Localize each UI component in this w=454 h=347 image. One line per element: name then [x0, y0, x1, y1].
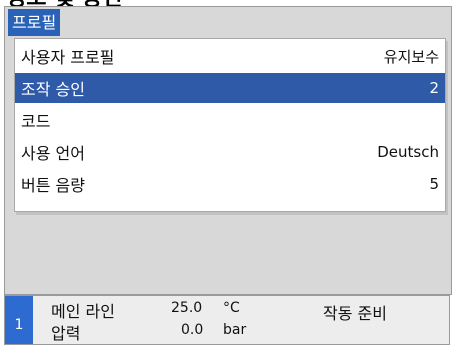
menu-item-value: 유지보수 [383, 47, 439, 66]
menu-item-button-volume[interactable]: 버튼 음량 5 [15, 169, 445, 199]
menu-item-user-profile[interactable]: 사용자 프로필 유지보수 [15, 41, 445, 71]
menu-item-label: 사용자 프로필 [21, 48, 115, 67]
menu-item-value: 2 [429, 79, 439, 97]
menu-item-value: Deutsch [377, 143, 439, 161]
status-line1-value: 25.0 [171, 300, 203, 316]
status-index-badge: 1 [5, 296, 33, 344]
status-line2-value: 0.0 [181, 322, 204, 338]
status-line2-label: 압력 [51, 324, 81, 343]
status-bar: 1 메인 라인 압력 25.0 0.0 °C bar 작동 준비 [4, 295, 450, 345]
menu-item-label: 조작 승인 [21, 80, 85, 99]
menu-item-language[interactable]: 사용 언어 Deutsch [15, 137, 445, 167]
status-line1-label: 메인 라인 [51, 302, 115, 321]
status-line2-unit: bar [223, 322, 247, 338]
menu-title-tab[interactable]: 프로필 [8, 9, 61, 36]
menu-item-label: 사용 언어 [21, 144, 85, 163]
menu-item-label: 코드 [21, 112, 51, 131]
menu-item-code[interactable]: 코드 [15, 105, 445, 135]
profile-menu: 사용자 프로필 유지보수 조작 승인 2 코드 사용 언어 Deutsch 버튼… [14, 38, 446, 212]
menu-item-label: 버튼 음량 [21, 176, 85, 195]
menu-item-operation-approval[interactable]: 조작 승인 2 [15, 73, 445, 103]
menu-item-value: 5 [429, 175, 439, 193]
device-screen: 프로필 사용자 프로필 유지보수 조작 승인 2 코드 사용 언어 Deutsc… [4, 6, 452, 295]
status-line1-unit: °C [223, 300, 240, 316]
status-state-text: 작동 준비 [323, 304, 387, 323]
